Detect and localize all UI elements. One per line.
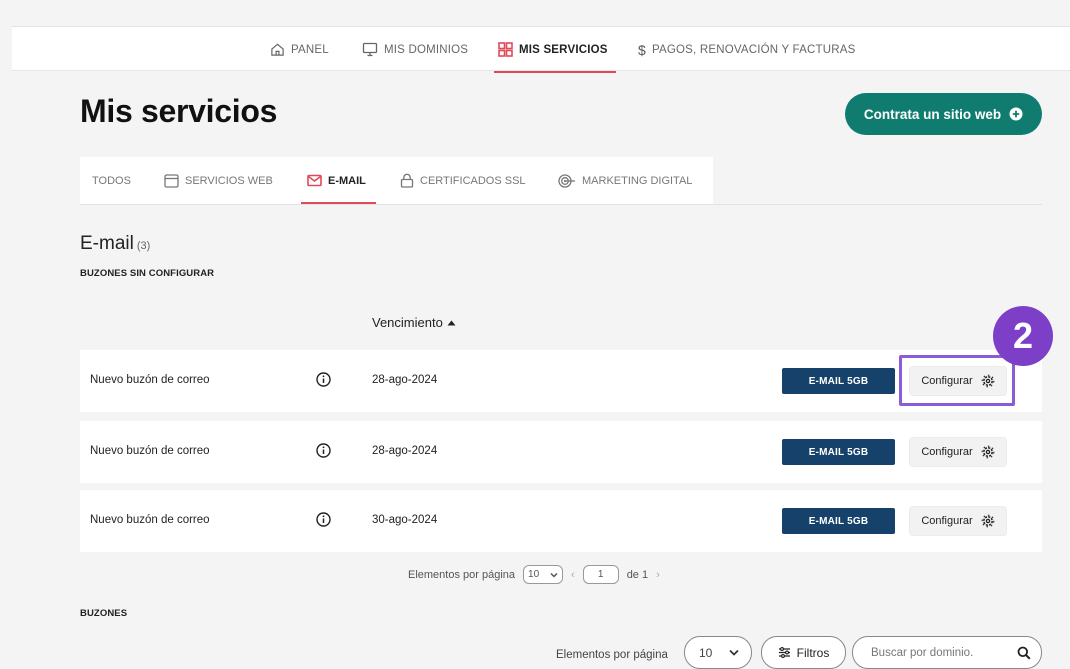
per-page-select[interactable]: 10 (684, 636, 752, 669)
info-icon[interactable] (316, 512, 331, 532)
home-icon (270, 42, 285, 57)
expiry-date: 28-ago-2024 (372, 374, 438, 386)
tab-label: SERVICIOS WEB (185, 174, 273, 187)
mailboxes-heading: BUZONES (80, 608, 128, 619)
highlight-box (899, 355, 1015, 406)
gear-icon (981, 445, 995, 459)
grid-icon (498, 42, 513, 57)
tab-certificados-ssl[interactable]: CERTIFICADOS SSL (400, 157, 526, 204)
table-row: Nuevo buzón de correo 28-ago-2024 E-MAIL… (80, 350, 1042, 412)
gear-icon (981, 514, 995, 528)
column-header-label: Vencimiento (372, 315, 443, 330)
page-input[interactable]: 1 (582, 565, 619, 584)
nav-item-pagos[interactable]: $ PAGOS, RENOVACIÓN Y FACTURAS (638, 27, 856, 72)
plan-badge: E-MAIL 5GB (782, 439, 895, 465)
service-tabs: TODOS SERVICIOS WEB E-MAIL CERTIFICADOS … (80, 157, 713, 204)
tab-todos[interactable]: TODOS (92, 157, 131, 204)
chevron-down-icon (550, 572, 558, 578)
top-navigation: PANEL MIS DOMINIOS MIS SERVICIOS $ PAGOS… (12, 26, 1070, 73)
per-page-label: Elementos por página (408, 568, 516, 581)
step-badge: 2 (993, 306, 1053, 366)
target-icon (558, 173, 576, 188)
divider (80, 204, 1042, 205)
nav-item-label: PANEL (291, 43, 329, 56)
cta-label: Contrata un sitio web (863, 106, 1002, 122)
per-page-value: 10 (528, 569, 540, 580)
plan-badge: E-MAIL 5GB (782, 368, 895, 394)
configure-button[interactable]: Configurar (909, 506, 1007, 536)
lock-icon (400, 173, 414, 188)
tab-label: TODOS (92, 174, 131, 187)
configure-label: Configurar (921, 446, 973, 458)
nav-item-panel[interactable]: PANEL (270, 27, 329, 72)
prev-page-icon[interactable]: ‹ (571, 569, 575, 581)
tab-label: CERTIFICADOS SSL (420, 174, 526, 187)
search-icon[interactable] (1017, 646, 1031, 660)
configure-button[interactable]: Configurar (909, 437, 1007, 467)
mailbox-name: Nuevo buzón de correo (90, 445, 210, 457)
pagination: Elementos por página 10 ‹ 1 de 1 › (408, 565, 660, 584)
sliders-icon (778, 647, 791, 658)
filters-button[interactable]: Filtros (761, 636, 846, 669)
search-input[interactable] (871, 646, 1017, 659)
column-header-expiry[interactable]: Vencimiento (372, 315, 456, 330)
info-icon[interactable] (316, 443, 331, 463)
next-page-icon[interactable]: › (656, 569, 660, 581)
contract-website-button[interactable]: Contrata un sitio web (845, 93, 1042, 135)
table-row: Nuevo buzón de correo 28-ago-2024 E-MAIL… (80, 421, 1042, 483)
section-title-text: E-mail (80, 233, 134, 254)
sort-ascending-icon (447, 320, 456, 326)
per-page-label: Elementos por página (556, 649, 668, 661)
unconfigured-heading: BUZONES SIN CONFIGURAR (80, 268, 215, 279)
search-box (852, 636, 1042, 669)
mailbox-toolbar: Elementos por página 10 Filtros (0, 636, 1070, 669)
nav-item-mis-servicios[interactable]: MIS SERVICIOS (494, 27, 616, 73)
tab-label: MARKETING DIGITAL (582, 174, 693, 187)
per-page-value: 10 (699, 645, 713, 660)
filters-label: Filtros (796, 645, 830, 660)
mailbox-name: Nuevo buzón de correo (90, 374, 210, 386)
page: PANEL MIS DOMINIOS MIS SERVICIOS $ PAGOS… (0, 0, 1070, 669)
expiry-date: 30-ago-2024 (372, 514, 438, 526)
nav-item-mis-dominios[interactable]: MIS DOMINIOS (362, 27, 468, 72)
nav-item-label: MIS DOMINIOS (384, 43, 469, 56)
nav-item-label: MIS SERVICIOS (519, 43, 608, 56)
plus-circle-icon (1009, 107, 1023, 121)
dollar-icon: $ (638, 41, 646, 58)
mail-icon (307, 174, 322, 187)
tab-servicios-web[interactable]: SERVICIOS WEB (164, 157, 273, 204)
expiry-date: 28-ago-2024 (372, 445, 438, 457)
table-row: Nuevo buzón de correo 30-ago-2024 E-MAIL… (80, 490, 1042, 552)
plan-badge: E-MAIL 5GB (782, 508, 895, 534)
tab-marketing-digital[interactable]: MARKETING DIGITAL (558, 157, 692, 204)
chevron-down-icon (729, 649, 739, 656)
page-title: Mis servicios (80, 93, 278, 129)
monitor-icon (362, 42, 378, 57)
configure-label: Configurar (921, 515, 973, 527)
tab-label: E-MAIL (328, 174, 366, 187)
info-icon[interactable] (316, 372, 331, 392)
mailbox-name: Nuevo buzón de correo (90, 514, 210, 526)
tab-email[interactable]: E-MAIL (301, 157, 376, 204)
browser-icon (164, 173, 179, 188)
nav-item-label: PAGOS, RENOVACIÓN Y FACTURAS (652, 43, 856, 56)
section-title: E-mail (3) (80, 233, 150, 255)
page-total: de 1 (626, 568, 649, 581)
section-count: (3) (136, 240, 151, 252)
per-page-select[interactable]: 10 (523, 565, 564, 584)
